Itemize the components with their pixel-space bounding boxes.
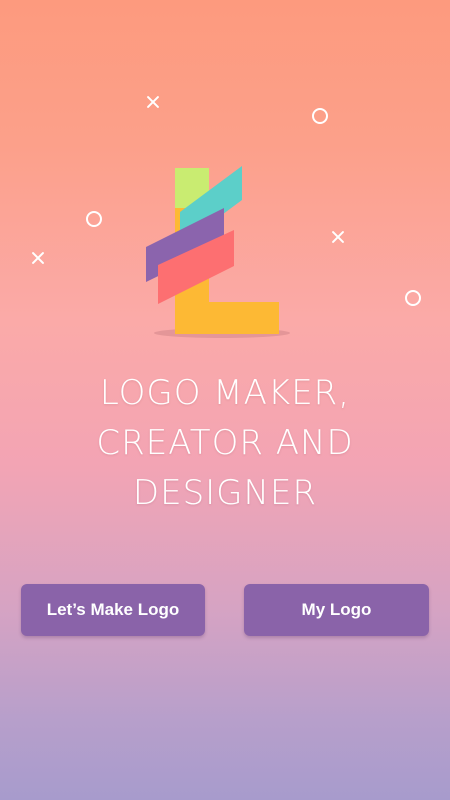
my-logo-button[interactable]: My Logo xyxy=(244,584,429,636)
make-logo-button[interactable]: Let’s Make Logo xyxy=(21,584,205,636)
logo-letter-l-icon xyxy=(146,166,290,338)
sparkle-ring-icon xyxy=(86,211,102,227)
my-logo-button-label: My Logo xyxy=(301,600,372,619)
sparkle-ring-icon xyxy=(405,290,421,306)
app-title-line-2: CREATOR AND DESIGNER xyxy=(96,423,354,513)
sparkle-cross-icon xyxy=(145,94,161,110)
make-logo-button-label: Let’s Make Logo xyxy=(46,600,180,619)
sparkle-cross-icon xyxy=(30,250,46,266)
sparkle-cross-icon xyxy=(330,229,346,245)
app-title: LOGO MAKER, CREATOR AND DESIGNER xyxy=(0,368,450,518)
app-title-line-1: LOGO MAKER, xyxy=(99,373,351,413)
app-logo xyxy=(140,160,300,345)
sparkle-ring-icon xyxy=(312,108,328,124)
splash-screen: LOGO MAKER, CREATOR AND DESIGNER Let’s M… xyxy=(0,0,450,800)
